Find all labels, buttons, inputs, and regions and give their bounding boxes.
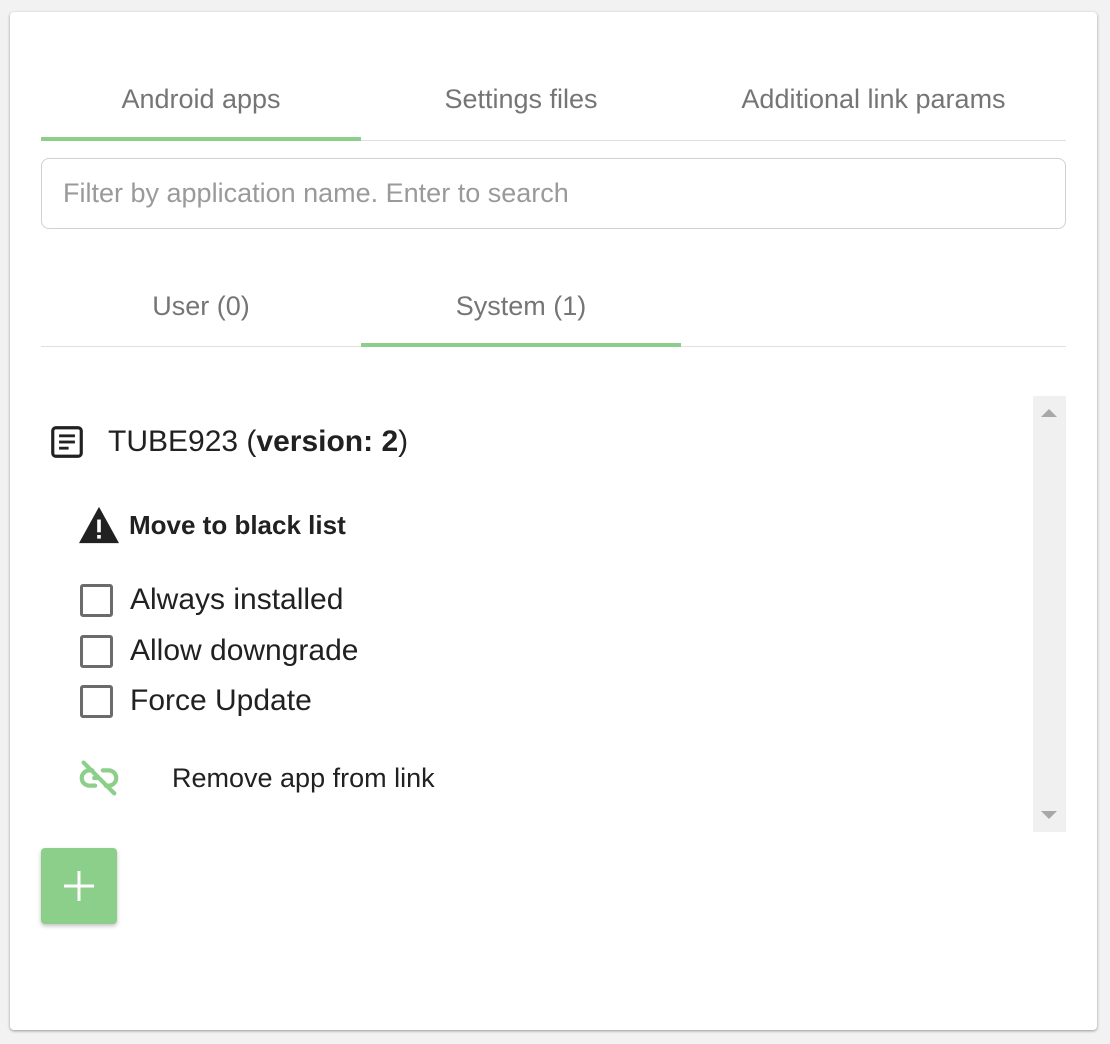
app-version: version: 2 — [256, 425, 399, 458]
plus-icon — [64, 871, 94, 901]
allow-downgrade-checkbox[interactable] — [80, 634, 113, 668]
tab-additional-link-params[interactable]: Additional link params — [681, 59, 1066, 139]
app-title: TUBE923 (version: 2) — [108, 425, 409, 458]
remove-app-button[interactable]: Remove app from link — [76, 754, 435, 802]
allow-downgrade-label: Allow downgrade — [130, 634, 359, 667]
always-installed-label: Always installed — [130, 583, 344, 616]
option-always-installed[interactable]: Always installed — [80, 579, 343, 621]
main-tabs: Android apps Settings files Additional l… — [41, 59, 1066, 141]
warning-icon — [79, 506, 119, 544]
force-update-label: Force Update — [130, 684, 312, 717]
search-input[interactable] — [42, 159, 1065, 228]
option-allow-downgrade[interactable]: Allow downgrade — [80, 630, 358, 672]
force-update-checkbox[interactable] — [80, 684, 113, 718]
remove-app-label: Remove app from link — [172, 762, 435, 793]
scroll-up-arrow-icon[interactable] — [1041, 409, 1057, 417]
search-box — [41, 158, 1066, 229]
subject-icon — [51, 426, 83, 458]
tab-system[interactable]: System (1) — [361, 267, 681, 347]
tab-user[interactable]: User (0) — [41, 267, 361, 345]
link-config-card: Android apps Settings files Additional l… — [10, 12, 1097, 1030]
move-to-blacklist-label: Move to black list — [129, 509, 346, 540]
link-off-icon — [79, 760, 119, 796]
move-to-blacklist-button[interactable]: Move to black list — [77, 503, 346, 547]
tab-android-apps[interactable]: Android apps — [41, 59, 361, 141]
tab-settings-files[interactable]: Settings files — [361, 59, 681, 139]
app-list: TUBE923 (version: 2) Move to black list … — [41, 396, 1066, 832]
scroll-down-arrow-icon[interactable] — [1041, 811, 1057, 819]
add-app-button[interactable] — [41, 848, 117, 924]
option-force-update[interactable]: Force Update — [80, 680, 312, 722]
app-header: TUBE923 (version: 2) — [48, 422, 408, 462]
app-type-tabs: User (0) System (1) — [41, 267, 1066, 347]
always-installed-checkbox[interactable] — [80, 583, 113, 617]
app-list-scrollbar[interactable] — [1033, 396, 1066, 832]
app-name: TUBE923 — [108, 425, 239, 458]
